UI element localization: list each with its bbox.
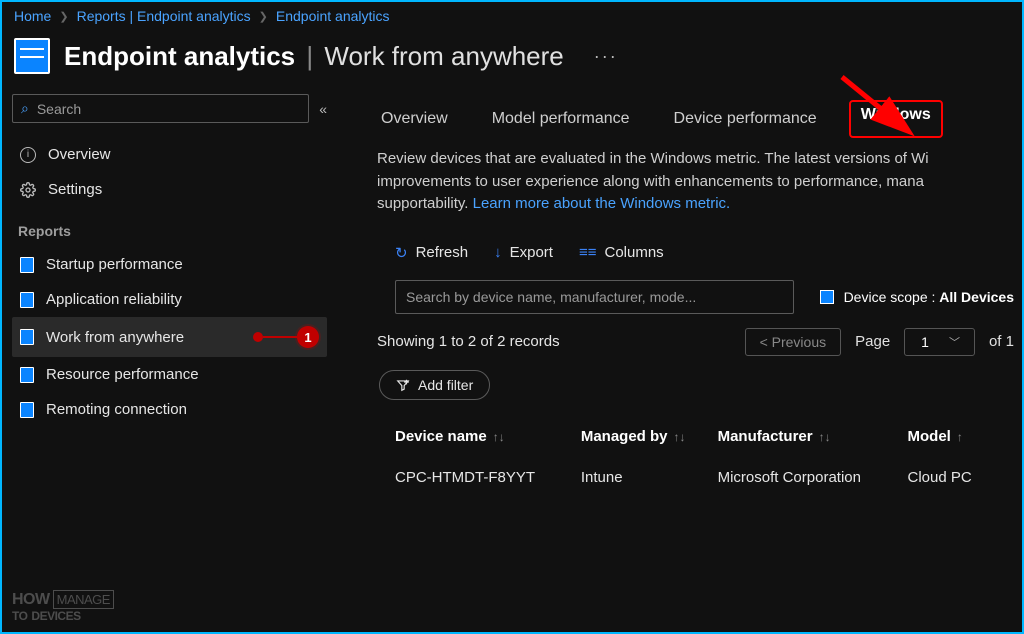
refresh-icon: ↻ xyxy=(395,244,408,262)
sidebar-overview[interactable]: i Overview xyxy=(12,137,327,172)
search-placeholder: Search xyxy=(37,101,81,117)
workbook-icon xyxy=(14,38,50,74)
device-search-input[interactable]: Search by device name, manufacturer, mod… xyxy=(395,280,794,314)
page-header: Endpoint analytics | Work from anywhere … xyxy=(2,30,1022,94)
cell-managed-by: Intune xyxy=(581,469,708,486)
chevron-right-icon: ❯ xyxy=(59,10,68,23)
device-scope-selector[interactable]: Device scope : All Devices xyxy=(812,285,1022,309)
sidebar-item-startup[interactable]: Startup performance xyxy=(12,247,327,282)
sidebar-search-input[interactable]: ⌕ Search xyxy=(12,94,309,123)
sidebar-overview-label: Overview xyxy=(48,146,111,163)
columns-icon: ≡≡ xyxy=(579,244,597,261)
cell-device-name: CPC-HTMDT-F8YYT xyxy=(395,469,571,486)
scope-icon xyxy=(820,290,834,304)
refresh-label: Refresh xyxy=(416,244,469,261)
previous-page-button[interactable]: < Previous xyxy=(745,328,842,356)
sort-icon: ↑ xyxy=(951,430,963,444)
title-sub: Work from anywhere xyxy=(324,41,563,71)
tab-bar: Overview Model performance Device perfor… xyxy=(377,104,1022,148)
add-filter-label: Add filter xyxy=(418,377,473,393)
tab-model-performance[interactable]: Model performance xyxy=(488,104,634,134)
chevron-right-icon: ❯ xyxy=(259,10,268,23)
breadcrumb-home[interactable]: Home xyxy=(14,8,51,24)
page-selector[interactable]: 1 ﹀ xyxy=(904,328,975,356)
description-text: Review devices that are evaluated in the… xyxy=(377,148,1017,216)
records-count: Showing 1 to 2 of 2 records xyxy=(377,333,560,350)
watermark: HOWMANAGE TO DEVICES xyxy=(12,592,114,624)
chevron-down-icon: ﹀ xyxy=(949,334,960,350)
export-label: Export xyxy=(510,244,553,261)
breadcrumb-level2[interactable]: Endpoint analytics xyxy=(276,8,390,24)
sidebar-item-label: Application reliability xyxy=(46,291,182,308)
tab-overview[interactable]: Overview xyxy=(377,104,452,134)
sidebar-item-app-reliability[interactable]: Application reliability xyxy=(12,282,327,317)
sidebar-item-label: Remoting connection xyxy=(46,401,187,418)
refresh-button[interactable]: ↻ Refresh xyxy=(395,244,468,262)
breadcrumb-level1[interactable]: Reports | Endpoint analytics xyxy=(77,8,251,24)
download-icon: ↓ xyxy=(494,244,502,261)
col-model[interactable]: Model↑ xyxy=(908,428,1022,445)
collapse-sidebar-icon[interactable]: « xyxy=(319,101,327,117)
page-label: Page xyxy=(855,333,890,350)
scope-value: All Devices xyxy=(939,289,1014,305)
main-content: Overview Model performance Device perfor… xyxy=(337,94,1022,498)
search-icon: ⌕ xyxy=(21,100,29,117)
sort-icon: ↑↓ xyxy=(813,430,831,444)
toolbar: ↻ Refresh ↓ Export ≡≡ Columns xyxy=(377,216,1022,280)
columns-button[interactable]: ≡≡ Columns xyxy=(579,244,664,261)
export-button[interactable]: ↓ Export xyxy=(494,244,553,261)
table-row[interactable]: CPC-HTMDT-F8YYT Intune Microsoft Corpora… xyxy=(377,457,1022,498)
learn-more-link[interactable]: Learn more about the Windows metric. xyxy=(473,195,731,212)
page-of-label: of 1 xyxy=(989,333,1014,350)
sidebar-item-resource-perf[interactable]: Resource performance xyxy=(12,357,327,392)
add-filter-button[interactable]: Add filter xyxy=(379,370,490,400)
filter-icon xyxy=(396,378,410,392)
report-icon xyxy=(20,329,34,345)
report-icon xyxy=(20,292,34,308)
table-header: Device name↑↓ Managed by↑↓ Manufacturer↑… xyxy=(377,400,1022,457)
more-icon[interactable]: ··· xyxy=(578,46,618,67)
title-main: Endpoint analytics xyxy=(64,41,295,71)
report-icon xyxy=(20,367,34,383)
report-icon xyxy=(20,257,34,273)
reports-section-label: Reports xyxy=(12,207,327,247)
col-device-name[interactable]: Device name↑↓ xyxy=(395,428,571,445)
gear-icon xyxy=(20,182,36,198)
sidebar: ⌕ Search « i Overview Settings Reports S… xyxy=(2,94,337,498)
sidebar-item-work-anywhere[interactable]: Work from anywhere 1 xyxy=(12,317,327,357)
sidebar-item-remoting[interactable]: Remoting connection xyxy=(12,392,327,427)
cell-manufacturer: Microsoft Corporation xyxy=(718,469,898,486)
report-icon xyxy=(20,402,34,418)
sidebar-item-label: Startup performance xyxy=(46,256,183,273)
col-manufacturer[interactable]: Manufacturer↑↓ xyxy=(718,428,898,445)
cell-model: Cloud PC xyxy=(908,469,1022,486)
sidebar-settings[interactable]: Settings xyxy=(12,172,327,207)
page-value: 1 xyxy=(921,334,929,350)
sidebar-item-label: Work from anywhere xyxy=(46,329,184,346)
sort-icon: ↑↓ xyxy=(487,430,505,444)
scope-label: Device scope : xyxy=(844,289,940,305)
tab-windows[interactable]: Windows xyxy=(849,100,943,138)
sidebar-settings-label: Settings xyxy=(48,181,102,198)
columns-label: Columns xyxy=(604,244,663,261)
title-divider: | xyxy=(302,41,317,71)
sidebar-item-label: Resource performance xyxy=(46,366,199,383)
sort-icon: ↑↓ xyxy=(668,430,686,444)
col-managed-by[interactable]: Managed by↑↓ xyxy=(581,428,708,445)
breadcrumb: Home ❯ Reports | Endpoint analytics ❯ En… xyxy=(2,2,1022,30)
annotation-callout-1: 1 xyxy=(253,326,319,348)
info-icon: i xyxy=(20,147,36,163)
page-title: Endpoint analytics | Work from anywhere xyxy=(64,41,564,72)
tab-device-performance[interactable]: Device performance xyxy=(670,104,821,134)
